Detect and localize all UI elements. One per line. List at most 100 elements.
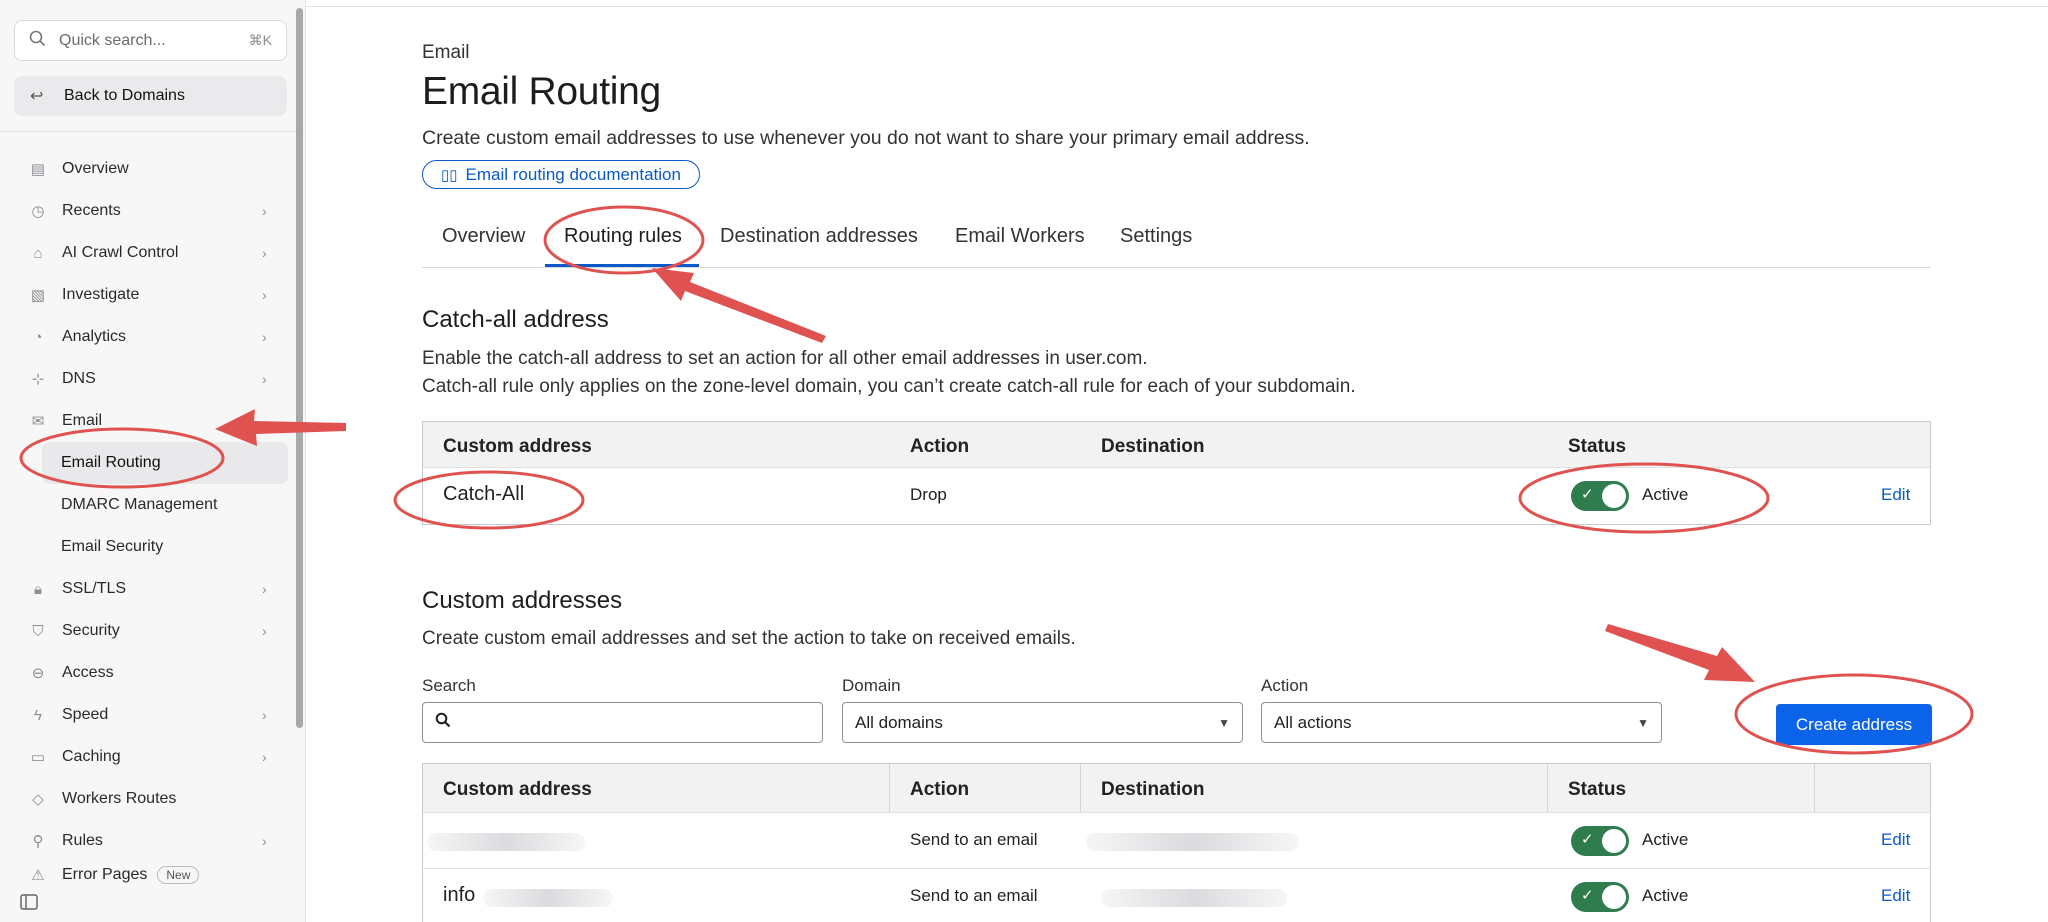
catch-all-action: Drop: [910, 485, 947, 504]
sidebar-item-workers-routes[interactable]: ◇ Workers Routes: [0, 778, 306, 820]
edit-link[interactable]: Edit: [1881, 886, 1910, 906]
column-separator: [1547, 764, 1548, 812]
sidebar-item-label: Caching: [62, 748, 121, 765]
annotation-arrow: [652, 268, 826, 343]
sidebar-item-ssl-tls[interactable]: 🔒︎ SSL/TLS ›: [0, 568, 306, 610]
sidebar-item-label: Workers Routes: [62, 790, 177, 807]
divider: [0, 131, 306, 132]
table-row: Send to an email ✓ Active Edit: [423, 813, 1930, 869]
workers-icon: ◇: [32, 791, 44, 808]
sidebar-item-label: SSL/TLS: [62, 580, 127, 597]
address-search-input[interactable]: [422, 702, 823, 743]
sidebar-item-overview[interactable]: ▤ Overview: [0, 148, 306, 190]
tab-destination-addresses[interactable]: Destination addresses: [720, 225, 918, 248]
quick-search-input[interactable]: Quick search... ⌘K: [14, 20, 287, 61]
sidebar-item-analytics[interactable]: ◔ Analytics ›: [0, 316, 306, 358]
sidebar-item-caching[interactable]: ▭ Caching ›: [0, 736, 306, 778]
catch-all-description-1: Enable the catch-all address to set an a…: [422, 348, 1148, 369]
status-label: Active: [1642, 886, 1689, 905]
redacted-destination: [1101, 889, 1287, 907]
back-to-domains-label: Back to Domains: [64, 87, 185, 104]
catch-all-status-toggle[interactable]: ✓: [1571, 481, 1629, 511]
tabs: Overview Routing rules Destination addre…: [422, 218, 1931, 268]
sidebar-item-recents[interactable]: ◷ Recents ›: [0, 190, 306, 232]
history-icon: ◷: [31, 203, 45, 220]
status-toggle[interactable]: ✓: [1571, 826, 1629, 856]
back-to-domains-button[interactable]: ↩ Back to Domains: [14, 76, 287, 116]
sidebar-item-security[interactable]: ⛉ Security ›: [0, 610, 306, 652]
tab-routing-rules[interactable]: Routing rules: [564, 225, 682, 248]
chevron-right-icon: ›: [262, 581, 267, 597]
chevron-right-icon: ›: [262, 245, 267, 261]
lightning-icon: ϟ: [34, 706, 42, 724]
documentation-link[interactable]: ▯▯ Email routing documentation: [422, 160, 700, 189]
sidebar-item-investigate[interactable]: ▧ Investigate ›: [0, 274, 306, 316]
catch-all-table: Custom address Action Destination Status…: [422, 421, 1931, 525]
catch-all-heading: Catch-all address: [422, 306, 609, 333]
sidebar: Quick search... ⌘K ↩ Back to Domains ▤ O…: [0, 0, 306, 922]
table-row: info Send to an email ✓ Active Edit: [423, 869, 1930, 922]
search-shortcut: ⌘K: [248, 32, 272, 48]
tab-email-workers[interactable]: Email Workers: [955, 225, 1085, 248]
sidebar-item-email-security[interactable]: Email Security: [0, 526, 306, 568]
caret-down-icon: ▼: [1637, 715, 1649, 730]
sidebar-item-access[interactable]: ⊖ Access: [0, 652, 306, 694]
check-icon: ✓: [1581, 831, 1594, 848]
sidebar-item-email-routing[interactable]: Email Routing: [42, 442, 288, 484]
sidebar-item-speed[interactable]: ϟ Speed ›: [0, 694, 306, 736]
sidebar-item-email[interactable]: ✉ Email ⌄: [0, 400, 306, 442]
chevron-right-icon: ›: [262, 749, 267, 765]
quick-search-placeholder: Quick search...: [59, 31, 166, 49]
document-icon: ▤: [30, 161, 46, 178]
tab-settings[interactable]: Settings: [1120, 225, 1192, 248]
annotation-arrow: [1605, 624, 1755, 682]
sidebar-item-label: Rules: [62, 832, 103, 849]
redacted-destination: [1086, 833, 1299, 851]
documentation-link-label: Email routing documentation: [465, 164, 681, 184]
sidebar-toggle-icon[interactable]: [20, 894, 38, 915]
catch-all-status-label: Active: [1642, 485, 1689, 504]
storage-icon: ▭: [30, 749, 46, 766]
toggle-knob: [1602, 484, 1626, 508]
row-action: Send to an email: [910, 886, 1038, 905]
network-icon: ⊹: [31, 371, 45, 388]
custom-addresses-description: Create custom email addresses and set th…: [422, 628, 1076, 649]
create-address-button[interactable]: Create address: [1776, 704, 1932, 745]
page-subtitle: Create custom email addresses to use whe…: [422, 127, 1310, 149]
column-header: Action: [910, 779, 970, 800]
column-header: Status: [1568, 436, 1627, 457]
catch-all-edit-link[interactable]: Edit: [1881, 485, 1910, 505]
column-separator: [1814, 764, 1815, 812]
column-header: Custom address: [443, 436, 592, 457]
sidebar-scrollbar[interactable]: [296, 8, 303, 728]
tab-overview[interactable]: Overview: [442, 225, 525, 248]
check-icon: ✓: [1581, 887, 1594, 904]
sidebar-item-error-pages[interactable]: ⚠ Error Pages New: [0, 862, 306, 884]
status-label: Active: [1642, 830, 1689, 849]
sidebar-item-label: Access: [62, 664, 114, 681]
sidebar-item-dmarc-management[interactable]: DMARC Management: [0, 484, 306, 526]
sidebar-item-label: Overview: [62, 160, 129, 177]
page-title: Email Routing: [422, 70, 661, 113]
domain-select-value: All domains: [855, 712, 943, 732]
status-toggle[interactable]: ✓: [1571, 882, 1629, 912]
domain-select[interactable]: All domains ▼: [842, 702, 1243, 743]
edit-link[interactable]: Edit: [1881, 830, 1910, 850]
chevron-down-icon: ⌄: [262, 412, 274, 429]
back-arrow-icon: ↩: [30, 88, 44, 105]
sidebar-item-dns[interactable]: ⊹ DNS ›: [0, 358, 306, 400]
robot-icon: ⌂: [33, 244, 43, 262]
sidebar-item-label: Analytics: [62, 328, 127, 345]
chevron-right-icon: ›: [262, 203, 267, 219]
custom-addresses-table: Custom address Action Destination Status…: [422, 763, 1931, 922]
new-badge: New: [157, 866, 200, 884]
action-select[interactable]: All actions ▼: [1261, 702, 1662, 743]
sidebar-item-rules[interactable]: ⚲ Rules ›: [0, 820, 306, 862]
column-header: Custom address: [443, 779, 592, 800]
rules-icon: ⚲: [32, 833, 44, 850]
custom-addresses-heading: Custom addresses: [422, 587, 623, 614]
sidebar-item-label: Speed: [62, 706, 109, 723]
active-tab-indicator: [545, 264, 699, 267]
chevron-right-icon: ›: [262, 287, 267, 303]
sidebar-item-ai-crawl-control[interactable]: ⌂ AI Crawl Control ›: [0, 232, 306, 274]
